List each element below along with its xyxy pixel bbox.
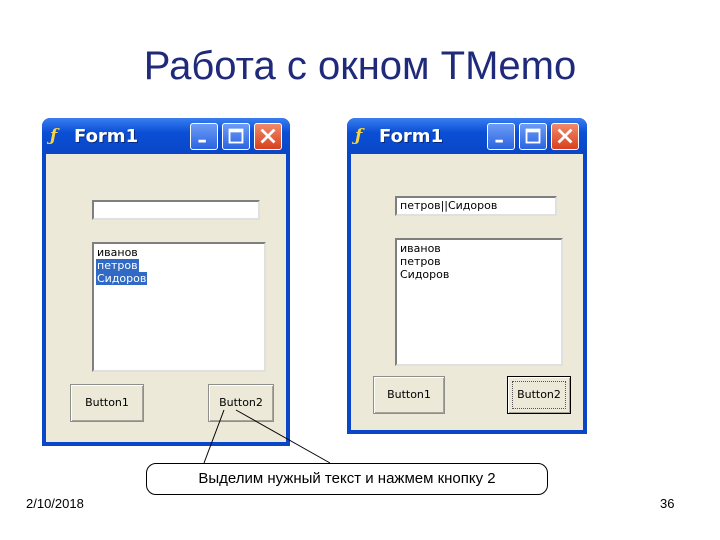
callout-line-left bbox=[203, 409, 225, 464]
callout-connector bbox=[203, 409, 331, 464]
slide-date: 2/10/2018 bbox=[26, 496, 84, 511]
callout-box: Выделим нужный текст и нажмем кнопку 2 bbox=[146, 463, 548, 495]
slide-page-number: 36 bbox=[660, 496, 675, 511]
callout-line-right bbox=[235, 409, 331, 464]
